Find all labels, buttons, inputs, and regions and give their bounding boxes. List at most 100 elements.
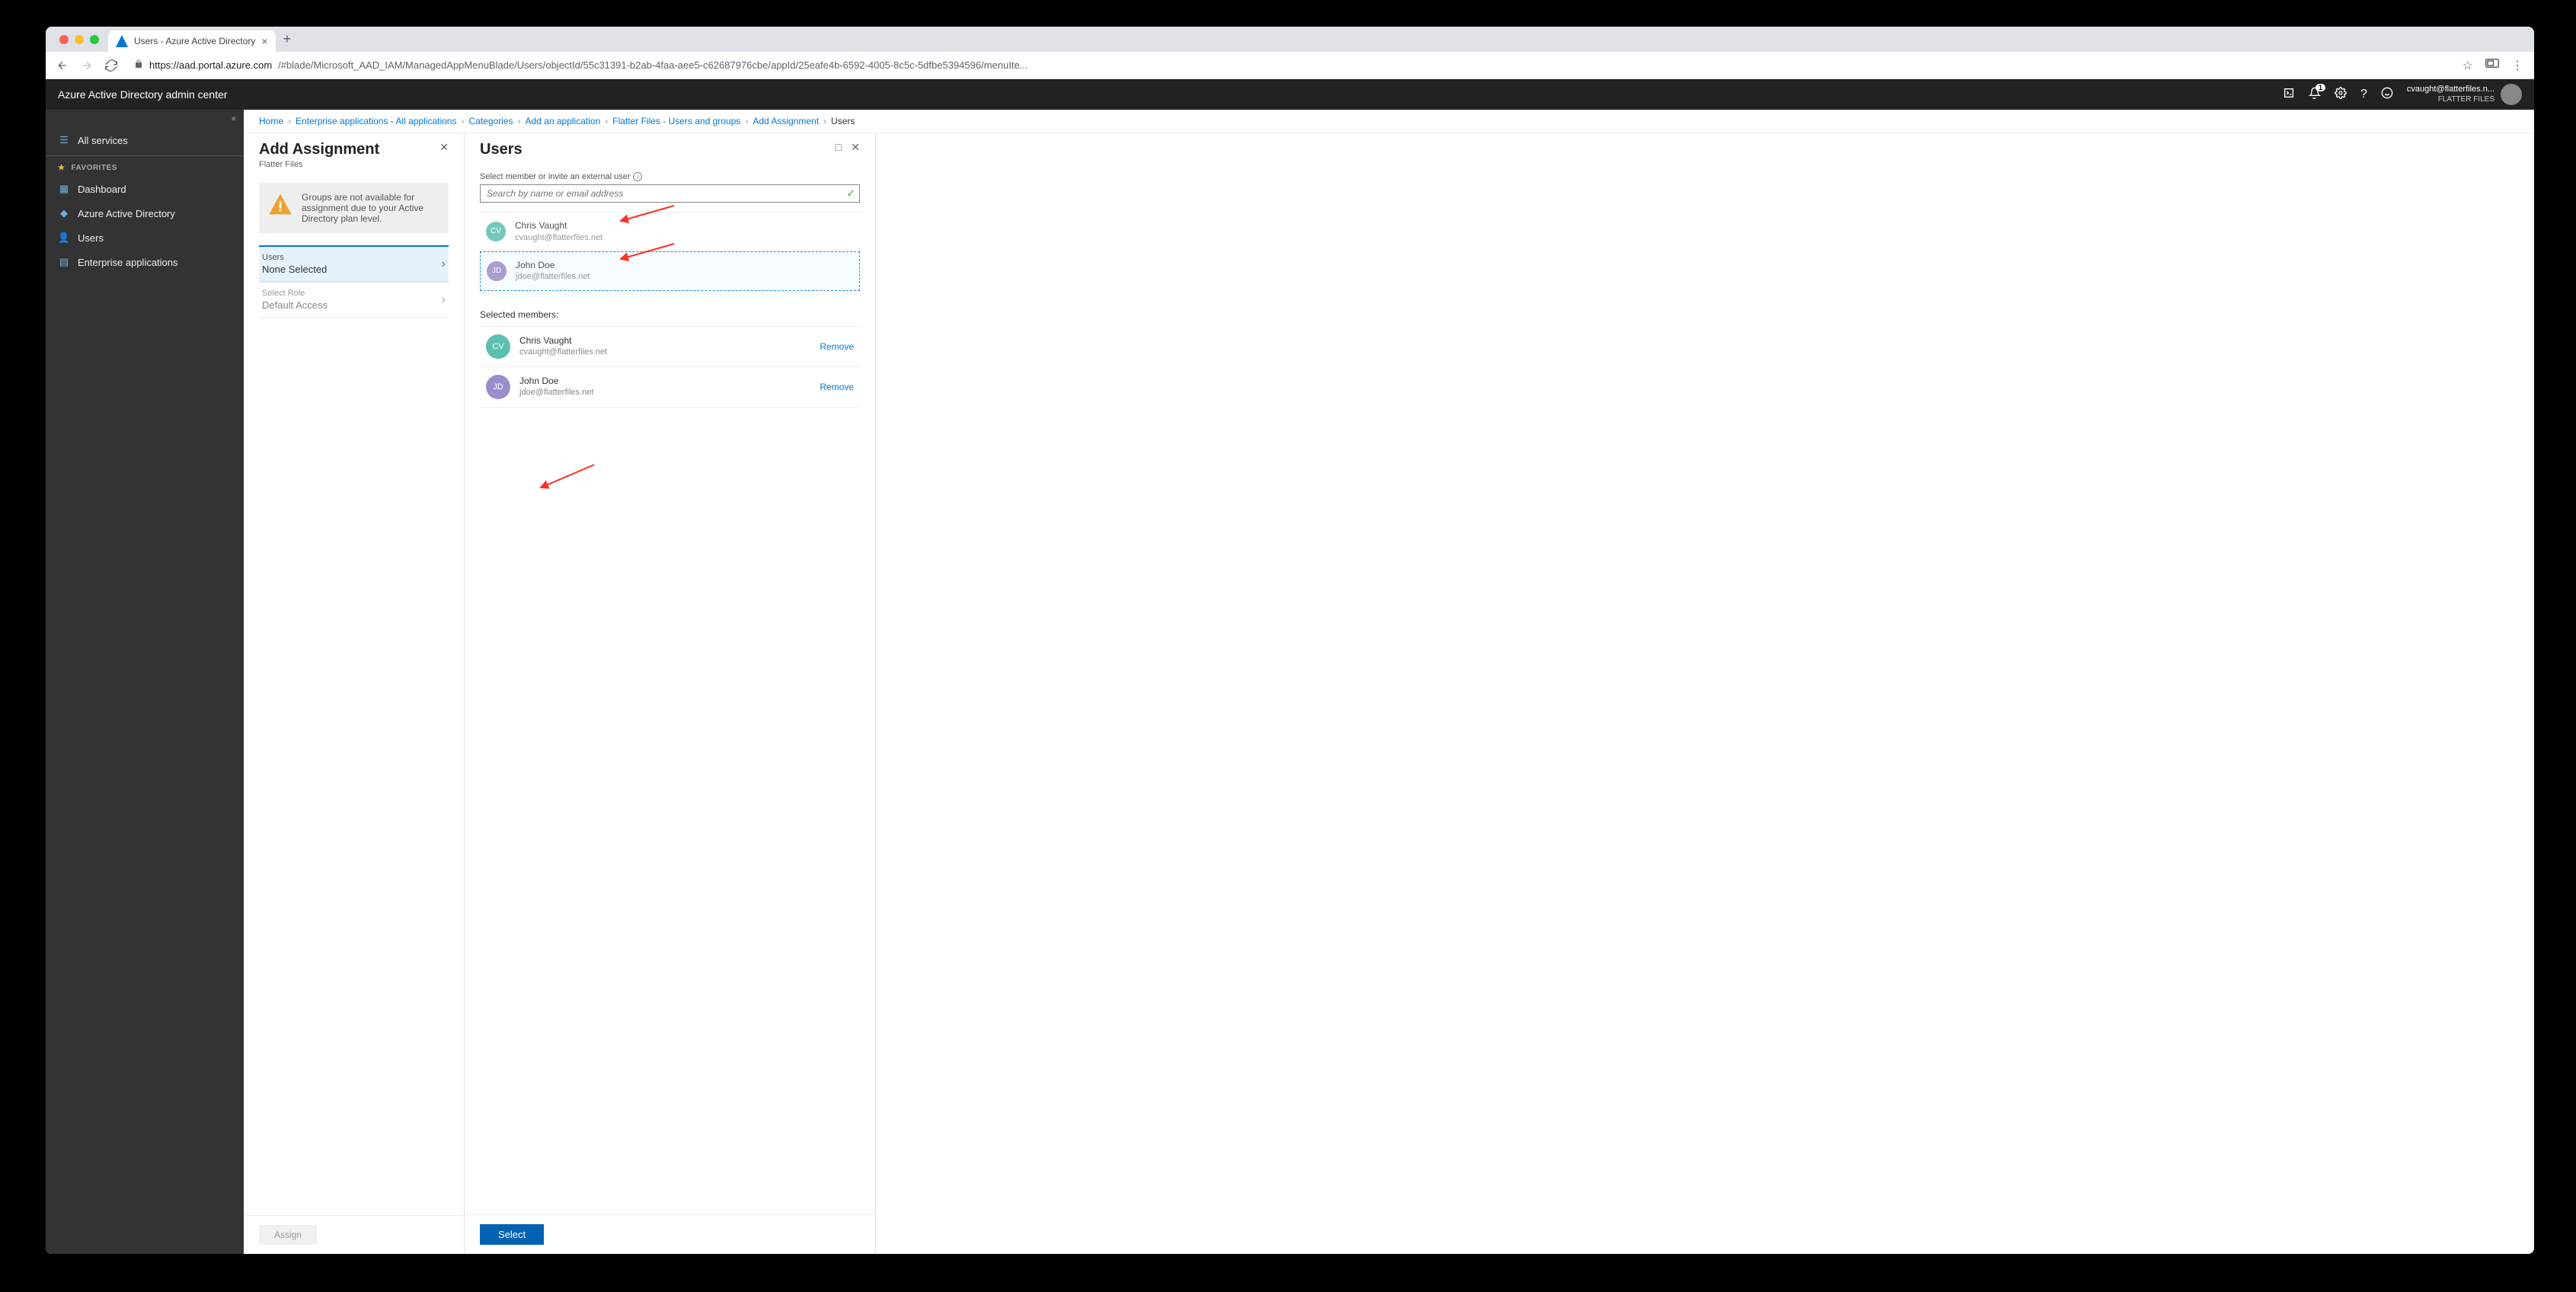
browser-menu-icon[interactable]: ⋮ [2507, 58, 2528, 73]
favorites-header: ★ FAVORITES [46, 159, 244, 177]
user-tenant: FLATTER FILES [2407, 95, 2495, 104]
user-suggestion-row[interactable]: JD John Doe jdoe@flatterfiles.net [480, 251, 860, 291]
avatar-icon: CV [486, 334, 510, 359]
new-tab-button[interactable]: + [276, 31, 299, 47]
bookmark-star-icon[interactable]: ☆ [2458, 58, 2478, 73]
avatar-icon: JD [486, 375, 510, 399]
breadcrumb-home[interactable]: Home [259, 116, 283, 126]
sidebar-item-enterprise-apps[interactable]: ▤ Enterprise applications [46, 250, 244, 274]
breadcrumb-flatter[interactable]: Flatter Files - Users and groups [612, 116, 740, 126]
forward-button[interactable] [76, 55, 97, 76]
sidebar-item-label: Dashboard [78, 184, 126, 195]
picker-value: None Selected [262, 264, 442, 275]
warning-text: Groups are not available for assignment … [302, 192, 439, 224]
collapse-sidebar-button[interactable]: « [46, 110, 244, 128]
tab-title: Users - Azure Active Directory [134, 36, 255, 46]
selected-member-row: JD John Doe jdoe@flatterfiles.net Remove [480, 367, 860, 408]
warning-box: Groups are not available for assignment … [259, 183, 449, 233]
sidebar-item-label: Users [78, 232, 104, 244]
maximize-window-icon[interactable] [90, 35, 99, 44]
avatar-icon: CV [486, 222, 506, 241]
blade-subtitle: Flatter Files [259, 160, 379, 169]
sidebar-item-all-services[interactable]: ☰ All services [46, 128, 244, 152]
users-blade: Users □ ✕ Select member or invite an ext… [465, 133, 876, 1254]
sidebar-item-aad[interactable]: ◆ Azure Active Directory [46, 201, 244, 225]
remove-link[interactable]: Remove [820, 341, 854, 352]
main-area: Home › Enterprise applications - All appl… [244, 110, 2534, 1254]
minimize-window-icon[interactable] [75, 35, 84, 44]
user-suggestion-row[interactable]: CV Chris Vaught cvaught@flatterfiles.net [480, 213, 860, 251]
sidebar-item-label: Azure Active Directory [78, 208, 175, 219]
picker-value: Default Access [262, 299, 442, 311]
breadcrumb-add-app[interactable]: Add an application [526, 116, 601, 126]
user-icon: 👤 [58, 232, 70, 244]
browser-tab[interactable]: Users - Azure Active Directory × [108, 30, 276, 52]
user-account-button[interactable]: cvaught@flatterfiles.n... FLATTER FILES [2407, 84, 2522, 105]
aad-icon: ◆ [58, 207, 70, 219]
remove-link[interactable]: Remove [820, 382, 854, 392]
select-button[interactable]: Select [480, 1224, 544, 1245]
close-tab-icon[interactable]: × [261, 35, 267, 47]
maximize-blade-icon[interactable]: □ [836, 141, 842, 154]
add-assignment-blade: Add Assignment Flatter Files ✕ Groups ar… [244, 133, 465, 1254]
info-icon[interactable]: i [633, 172, 642, 181]
search-input[interactable] [480, 184, 860, 203]
cloud-shell-icon[interactable] [2283, 87, 2295, 103]
extension-icon[interactable] [2481, 58, 2504, 72]
azure-portal: Azure Active Directory admin center 1 ? … [46, 79, 2534, 1254]
window-controls[interactable] [59, 35, 99, 44]
portal-header: Azure Active Directory admin center 1 ? … [46, 79, 2534, 110]
role-picker[interactable]: Select Role Default Access › [259, 282, 449, 318]
portal-title: Azure Active Directory admin center [58, 88, 228, 101]
notifications-icon[interactable]: 1 [2309, 87, 2321, 103]
breadcrumb: Home› Enterprise applications - All appl… [244, 110, 2534, 133]
breadcrumb-current: Users [831, 116, 855, 126]
user-email: cvaught@flatterfiles.net [515, 232, 854, 243]
breadcrumb-ent-apps[interactable]: Enterprise applications - All applicatio… [296, 116, 456, 126]
lock-icon [134, 59, 143, 72]
address-bar: https://aad.portal.azure.com/#blade/Micr… [46, 52, 2534, 79]
notification-badge: 1 [2316, 84, 2325, 91]
blade-title: Users [480, 141, 523, 158]
check-icon: ✓ [846, 187, 855, 200]
sidebar-item-dashboard[interactable]: ▦ Dashboard [46, 177, 244, 201]
user-email: jdoe@flatterfiles.net [519, 387, 810, 398]
selected-members-label: Selected members: [480, 309, 860, 320]
user-email: jdoe@flatterfiles.net [516, 271, 853, 282]
breadcrumb-categories[interactable]: Categories [468, 116, 513, 126]
chevron-right-icon: › [442, 293, 446, 307]
assign-button[interactable]: Assign [259, 1225, 317, 1245]
breadcrumb-assign[interactable]: Add Assignment [753, 116, 819, 126]
picker-label: Users [262, 253, 442, 262]
chevron-right-icon: › [442, 257, 446, 271]
sidebar-item-users[interactable]: 👤 Users [46, 225, 244, 250]
sidebar-item-label: All services [78, 135, 128, 146]
avatar-icon: JD [487, 261, 507, 281]
close-blade-icon[interactable]: ✕ [851, 141, 860, 154]
reload-button[interactable] [101, 55, 122, 76]
feedback-smile-icon[interactable] [2381, 87, 2393, 103]
dashboard-icon: ▦ [58, 183, 70, 195]
picker-label: Select Role [262, 289, 442, 298]
list-icon: ☰ [58, 134, 70, 146]
help-icon[interactable]: ? [2360, 88, 2367, 101]
tab-bar: Users - Azure Active Directory × + [46, 27, 2534, 52]
close-window-icon[interactable] [59, 35, 69, 44]
url-host: https://aad.portal.azure.com [149, 59, 272, 71]
apps-icon: ▤ [58, 256, 70, 268]
url-field[interactable]: https://aad.portal.azure.com/#blade/Micr… [125, 59, 2455, 72]
search-label: Select member or invite an external user… [480, 172, 860, 181]
user-email: cvaught@flatterfiles.n... [2407, 85, 2495, 94]
browser-window: Users - Azure Active Directory × + https… [46, 27, 2534, 1254]
selected-member-row: CV Chris Vaught cvaught@flatterfiles.net… [480, 327, 860, 367]
back-button[interactable] [52, 55, 73, 76]
close-blade-icon[interactable]: ✕ [439, 141, 449, 154]
avatar-icon [2501, 84, 2522, 105]
settings-gear-icon[interactable] [2335, 87, 2347, 103]
star-icon: ★ [58, 164, 65, 172]
sidebar: « ☰ All services ★ FAVORITES ▦ Dashboard… [46, 110, 244, 1254]
users-picker[interactable]: Users None Selected › [259, 245, 449, 282]
warning-icon [268, 192, 292, 216]
sidebar-item-label: Enterprise applications [78, 257, 178, 268]
user-email: cvaught@flatterfiles.net [519, 347, 810, 357]
